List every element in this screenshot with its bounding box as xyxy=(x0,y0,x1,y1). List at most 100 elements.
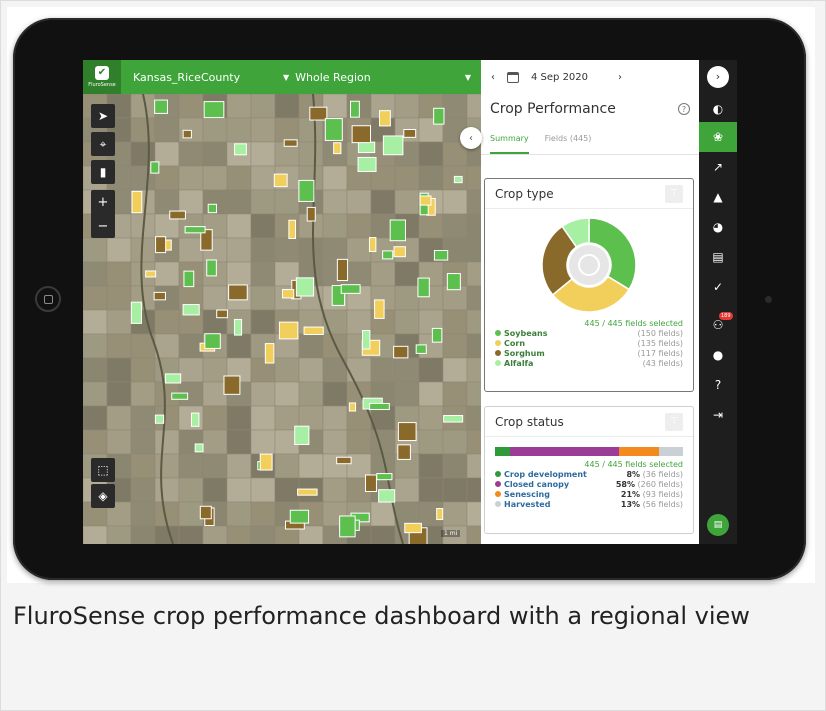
field-polygon[interactable] xyxy=(324,118,343,141)
crop-icon[interactable]: ❀ xyxy=(699,122,737,152)
field-polygon[interactable] xyxy=(404,522,422,534)
field-polygon[interactable] xyxy=(419,195,432,206)
field-polygon[interactable] xyxy=(294,425,310,446)
field-polygon[interactable] xyxy=(206,259,217,277)
field-polygon[interactable] xyxy=(336,258,349,282)
field-polygon[interactable] xyxy=(298,179,315,202)
field-polygon[interactable] xyxy=(333,142,342,155)
status-segment[interactable] xyxy=(658,447,684,456)
field-polygon[interactable] xyxy=(453,175,463,184)
field-polygon[interactable] xyxy=(350,100,360,118)
layers-icon[interactable]: ◈ xyxy=(91,484,115,508)
ruler-icon[interactable]: ▮ xyxy=(91,160,115,184)
pie-icon[interactable]: ◕ xyxy=(699,212,737,242)
field-polygon[interactable] xyxy=(289,509,310,524)
field-polygon[interactable] xyxy=(376,473,393,481)
satellite-map[interactable] xyxy=(83,60,481,544)
field-polygon[interactable] xyxy=(182,304,200,316)
field-polygon[interactable] xyxy=(199,505,212,520)
field-polygon[interactable] xyxy=(169,210,186,220)
help-icon[interactable]: ? xyxy=(678,103,690,115)
pin-icon[interactable]: ⊤ xyxy=(665,412,683,431)
field-polygon[interactable] xyxy=(382,250,394,260)
calendar-icon[interactable] xyxy=(507,71,519,83)
field-polygon[interactable] xyxy=(233,318,243,336)
field-polygon[interactable] xyxy=(374,299,385,319)
field-polygon[interactable] xyxy=(393,345,409,359)
legend-item[interactable]: Soybeans (150 fields) xyxy=(495,328,683,338)
locate-icon[interactable]: ➤ xyxy=(91,104,115,128)
field-polygon[interactable] xyxy=(309,106,328,121)
field-polygon[interactable] xyxy=(171,392,189,400)
date-label[interactable]: 4 Sep 2020 xyxy=(531,72,588,83)
field-polygon[interactable] xyxy=(436,507,444,521)
field-polygon[interactable] xyxy=(182,129,192,139)
field-polygon[interactable] xyxy=(145,270,157,278)
field-polygon[interactable] xyxy=(278,321,299,340)
field-polygon[interactable] xyxy=(155,236,167,254)
expand-button[interactable]: › xyxy=(707,66,729,88)
check-icon[interactable]: ✓ xyxy=(699,272,737,302)
field-polygon[interactable] xyxy=(264,343,275,364)
crop-type-card[interactable]: Crop type ⊤ 445 / 445 fields selected So… xyxy=(484,178,694,392)
legend-item[interactable]: Crop development 8% (36 fields) xyxy=(495,469,683,479)
field-polygon[interactable] xyxy=(397,444,411,460)
field-polygon[interactable] xyxy=(288,219,297,240)
status-segment[interactable] xyxy=(495,447,511,456)
field-polygon[interactable] xyxy=(357,156,377,173)
field-polygon[interactable] xyxy=(154,414,165,424)
field-polygon[interactable] xyxy=(228,284,248,301)
field-polygon[interactable] xyxy=(433,107,445,125)
field-polygon[interactable] xyxy=(351,125,371,144)
field-polygon[interactable] xyxy=(297,488,318,496)
field-polygon[interactable] xyxy=(378,489,396,503)
field-polygon[interactable] xyxy=(131,190,143,214)
field-polygon[interactable] xyxy=(204,333,221,349)
status-segment[interactable] xyxy=(510,447,620,456)
field-polygon[interactable] xyxy=(417,277,430,298)
legend-item[interactable]: Closed canopy 58% (260 fields) xyxy=(495,479,683,489)
field-polygon[interactable] xyxy=(184,226,206,234)
field-polygon[interactable] xyxy=(362,330,371,350)
field-polygon[interactable] xyxy=(194,443,204,453)
field-polygon[interactable] xyxy=(273,173,288,188)
crop-status-card[interactable]: Crop status ⊤ 445 / 445 fields selected … xyxy=(484,406,694,534)
crop-type-donut[interactable] xyxy=(485,209,693,319)
crop-status-bar[interactable] xyxy=(495,447,684,456)
map-view[interactable]: ✔ FluroSense Kansas_RiceCounty ▼ Whole R… xyxy=(83,60,481,544)
field-polygon[interactable] xyxy=(382,135,404,156)
next-date-button[interactable]: › xyxy=(618,72,622,83)
field-polygon[interactable] xyxy=(389,219,406,242)
legend-item[interactable]: Corn (135 fields) xyxy=(495,338,683,348)
tab-summary[interactable]: Summary xyxy=(490,134,529,154)
field-polygon[interactable] xyxy=(216,309,228,319)
tab-fields[interactable]: Fields (445) xyxy=(545,134,592,154)
zoom-out-button[interactable]: − xyxy=(91,214,115,238)
field-polygon[interactable] xyxy=(433,249,449,261)
field-polygon[interactable] xyxy=(369,402,390,411)
legend-item[interactable]: Senescing 21% (93 fields) xyxy=(495,489,683,499)
chart-icon[interactable]: ↗ xyxy=(699,152,737,182)
field-polygon[interactable] xyxy=(368,237,377,253)
view-dropdown[interactable]: ▼ Whole Region xyxy=(283,71,371,84)
field-polygon[interactable] xyxy=(150,161,160,174)
field-polygon[interactable] xyxy=(415,344,427,354)
field-polygon[interactable] xyxy=(397,422,417,442)
legend-item[interactable]: Harvested 13% (56 fields) xyxy=(495,499,683,509)
field-polygon[interactable] xyxy=(154,99,168,114)
status-segment[interactable] xyxy=(619,447,659,456)
field-polygon[interactable] xyxy=(282,289,295,299)
field-polygon[interactable] xyxy=(443,415,464,423)
field-polygon[interactable] xyxy=(403,129,417,138)
field-polygon[interactable] xyxy=(283,139,298,147)
region-name[interactable]: Kansas_RiceCounty xyxy=(133,71,283,84)
field-polygon[interactable] xyxy=(164,373,182,384)
crosshair-icon[interactable]: ⌖ xyxy=(91,132,115,156)
field-polygon[interactable] xyxy=(393,246,406,258)
field-polygon[interactable] xyxy=(446,273,461,291)
field-polygon[interactable] xyxy=(190,412,200,427)
field-polygon[interactable] xyxy=(431,327,443,343)
field-polygon[interactable] xyxy=(207,203,218,214)
chat-icon[interactable]: ▤ xyxy=(707,514,729,536)
field-polygon[interactable] xyxy=(339,515,356,538)
